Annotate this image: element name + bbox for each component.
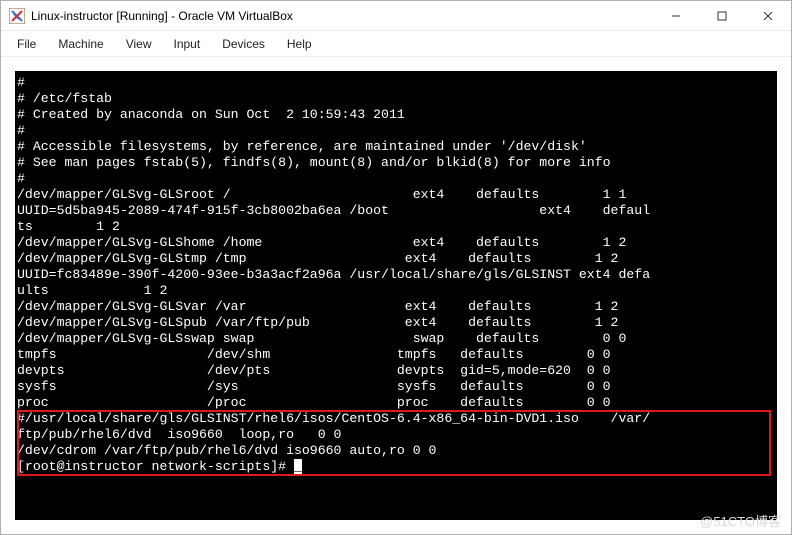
terminal-line: # /etc/fstab	[17, 91, 775, 107]
terminal-line: /dev/mapper/GLSvg-GLSswap swap swap defa…	[17, 331, 775, 347]
cursor: _	[294, 459, 302, 474]
menu-machine[interactable]: Machine	[48, 34, 113, 54]
window-title: Linux-instructor [Running] - Oracle VM V…	[31, 9, 293, 23]
terminal-line: # Created by anaconda on Sun Oct 2 10:59…	[17, 107, 775, 123]
terminal-line: #	[17, 123, 775, 139]
menu-help[interactable]: Help	[277, 34, 322, 54]
terminal-line: proc /proc proc defaults 0 0	[17, 395, 775, 411]
terminal-line: tmpfs /dev/shm tmpfs defaults 0 0	[17, 347, 775, 363]
terminal-line: /dev/mapper/GLSvg-GLShome /home ext4 def…	[17, 235, 775, 251]
terminal-line: /dev/mapper/GLSvg-GLSroot / ext4 default…	[17, 187, 775, 203]
terminal-line: UUID=fc83489e-390f-4200-93ee-b3a3acf2a96…	[17, 267, 775, 283]
terminal-line: ults 1 2	[17, 283, 775, 299]
titlebar: Linux-instructor [Running] - Oracle VM V…	[1, 1, 791, 31]
minimize-button[interactable]	[653, 1, 699, 31]
terminal-prompt-line: [root@instructor network-scripts]# _	[17, 459, 775, 475]
menu-devices[interactable]: Devices	[212, 34, 275, 54]
terminal-line: #	[17, 171, 775, 187]
menubar: File Machine View Input Devices Help	[1, 31, 791, 57]
terminal-line: #	[17, 75, 775, 91]
terminal-line: #/usr/local/share/gls/GLSINST/rhel6/isos…	[17, 411, 775, 427]
menu-file[interactable]: File	[7, 34, 46, 54]
menu-input[interactable]: Input	[164, 34, 211, 54]
menu-view[interactable]: View	[116, 34, 162, 54]
terminal-line: UUID=5d5ba945-2089-474f-915f-3cb8002ba6e…	[17, 203, 775, 219]
terminal-line: ftp/pub/rhel6/dvd iso9660 loop,ro 0 0	[17, 427, 775, 443]
terminal-line: # Accessible filesystems, by reference, …	[17, 139, 775, 155]
terminal-line: /dev/mapper/GLSvg-GLSpub /var/ftp/pub ex…	[17, 315, 775, 331]
terminal-line: sysfs /sys sysfs defaults 0 0	[17, 379, 775, 395]
terminal-line: devpts /dev/pts devpts gid=5,mode=620 0 …	[17, 363, 775, 379]
terminal-output[interactable]: ## /etc/fstab# Created by anaconda on Su…	[15, 71, 777, 520]
terminal-line: /dev/mapper/GLSvg-GLSvar /var ext4 defau…	[17, 299, 775, 315]
terminal-line: ts 1 2	[17, 219, 775, 235]
terminal-line: # See man pages fstab(5), findfs(8), mou…	[17, 155, 775, 171]
terminal-line: /dev/cdrom /var/ftp/pub/rhel6/dvd iso966…	[17, 443, 775, 459]
terminal-line: /dev/mapper/GLSvg-GLStmp /tmp ext4 defau…	[17, 251, 775, 267]
shell-prompt: [root@instructor network-scripts]#	[17, 459, 294, 474]
app-window: Linux-instructor [Running] - Oracle VM V…	[0, 0, 792, 535]
maximize-button[interactable]	[699, 1, 745, 31]
close-button[interactable]	[745, 1, 791, 31]
guest-display-area: ## /etc/fstab# Created by anaconda on Su…	[1, 57, 791, 534]
vbox-icon	[9, 8, 25, 24]
